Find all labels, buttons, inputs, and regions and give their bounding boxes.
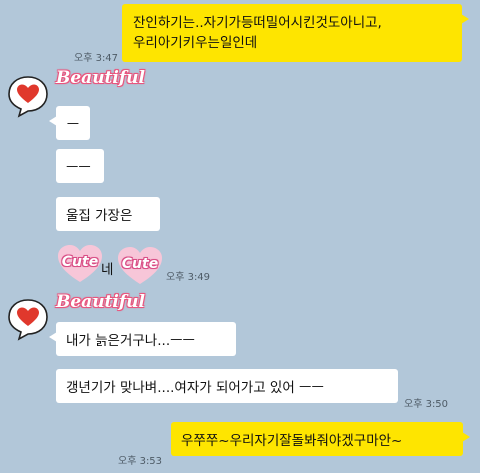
message-text: 내가 늙은거구나...ㅡㅡ: [66, 333, 195, 349]
cute-label: Cute: [121, 256, 159, 272]
message-text: 우쭈쭈~우리자기잘돌봐줘야겠구마안~: [181, 433, 403, 449]
message-text: ㅡㅡ: [66, 160, 91, 176]
message-text: 네: [101, 262, 114, 278]
profile-avatar[interactable]: [6, 74, 50, 118]
message-text-line2: 우리아기키우는일인데: [133, 35, 258, 51]
their-message-bubble[interactable]: ㅡ: [49, 106, 90, 140]
timestamp: 오후 3:49: [166, 272, 211, 283]
heart-speech-bubble-icon: [8, 299, 48, 341]
message-text: ㅡ: [66, 117, 80, 133]
their-message-bubble[interactable]: 울집 가장은: [56, 197, 160, 231]
cute-label: Cute: [61, 254, 99, 270]
message-text: 울집 가장은: [66, 208, 133, 224]
their-message-bubble[interactable]: 내가 늙은거구나...ㅡㅡ: [49, 322, 236, 356]
timestamp: 오후 3:50: [404, 399, 449, 410]
beautiful-sticker: Beautiful: [56, 292, 146, 312]
profile-avatar[interactable]: [6, 297, 50, 341]
message-text: 갱년기가 맞나벼....여자가 되어가고 있어 ㅡㅡ: [66, 380, 324, 396]
timestamp: 오후 3:47: [74, 53, 119, 64]
message-text-line1: 잔인하기는..자기가등떠밀어시킨것도아니고,: [133, 15, 382, 31]
my-message-bubble[interactable]: 우쭈쭈~우리자기잘돌봐줘야겠구마안~: [171, 422, 470, 456]
their-message-bubble[interactable]: 갱년기가 맞나벼....여자가 되어가고 있어 ㅡㅡ: [56, 369, 398, 403]
heart-speech-bubble-icon: [8, 76, 48, 118]
my-message-bubble[interactable]: 잔인하기는..자기가등떠밀어시킨것도아니고, 우리아기키우는일인데: [122, 4, 469, 62]
timestamp: 오후 3:53: [118, 456, 163, 467]
cute-sticker-right: Cute: [116, 246, 164, 286]
beautiful-sticker: Beautiful: [56, 68, 146, 88]
cute-sticker-left: Cute: [56, 244, 104, 284]
their-message-bubble[interactable]: ㅡㅡ: [56, 149, 104, 183]
